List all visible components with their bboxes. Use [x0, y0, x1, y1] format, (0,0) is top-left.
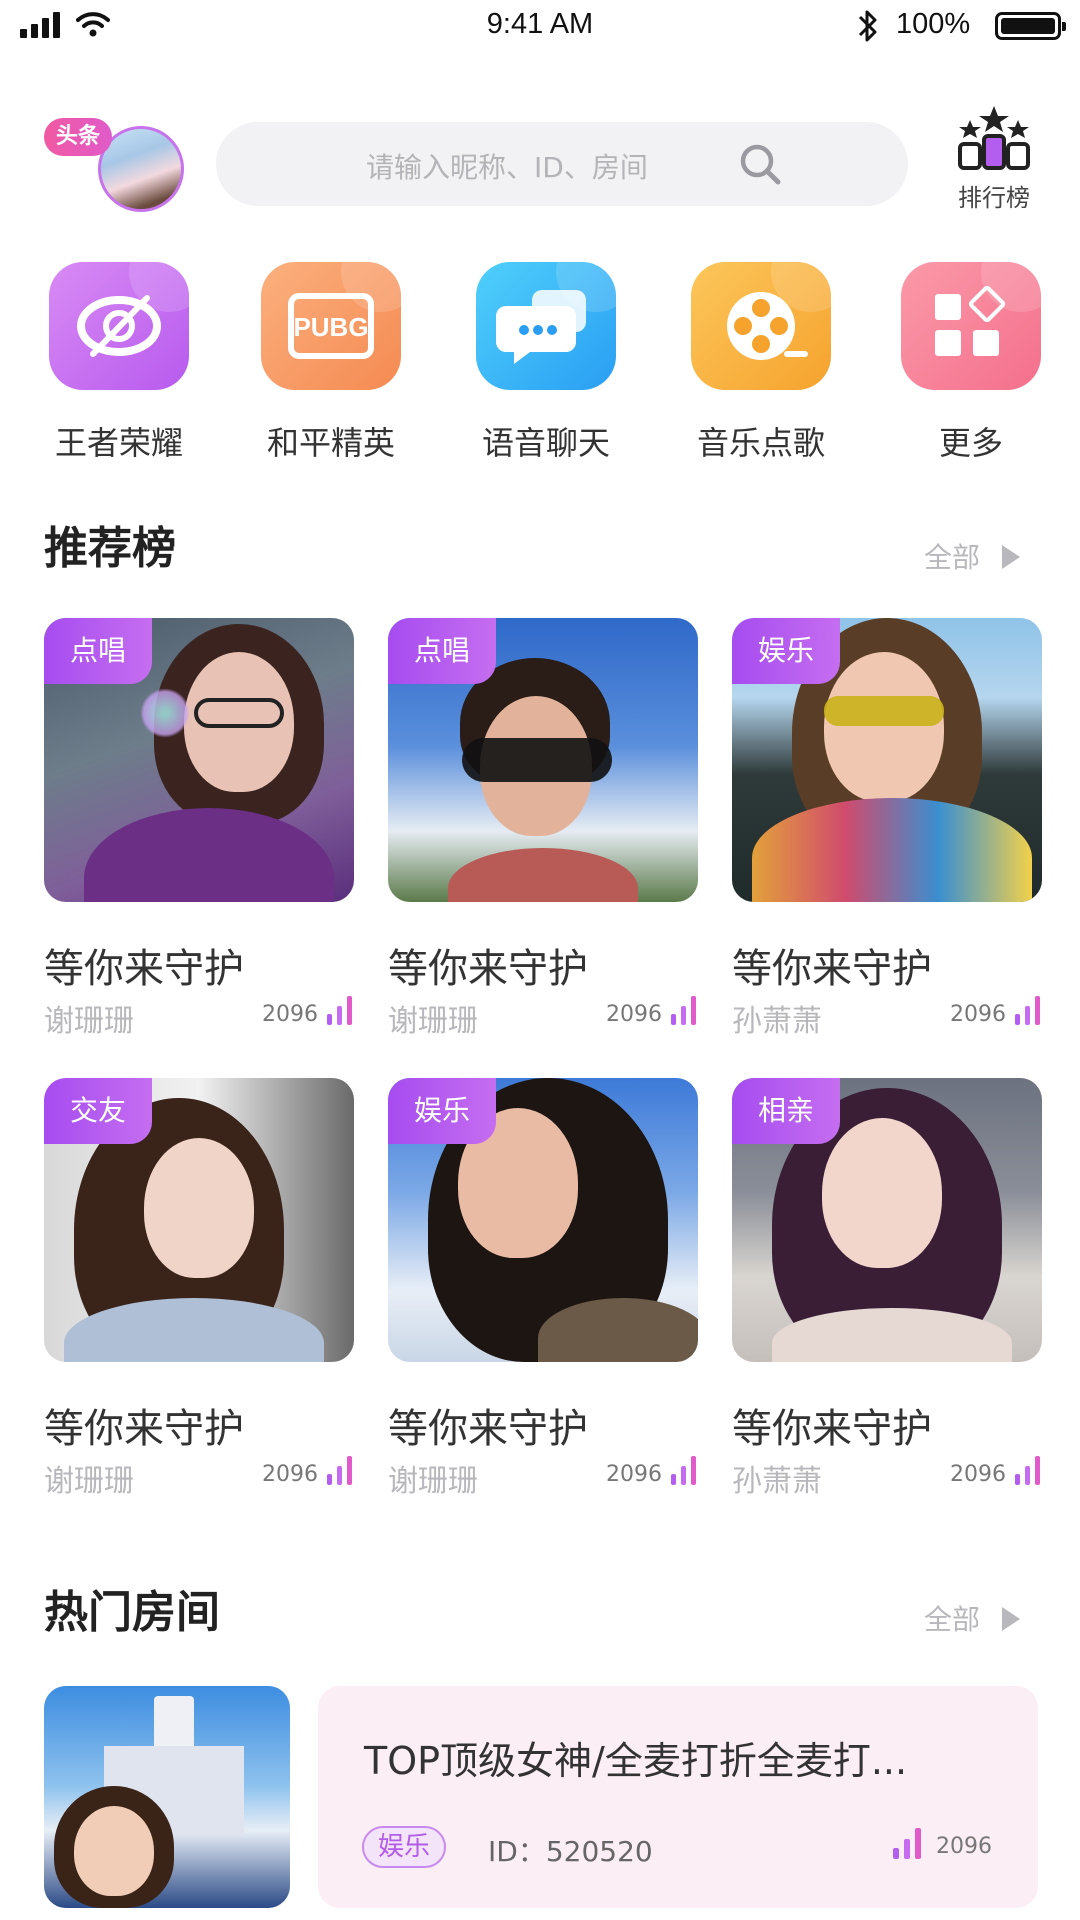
room-card[interactable]: 点唱 等你来守护 谢珊珊 2096 — [44, 618, 354, 1048]
category-heping[interactable]: PUBG 和平精英 — [246, 262, 416, 464]
host-name: 谢珊珊 — [388, 1464, 478, 1499]
room-tag: 点唱 — [44, 618, 153, 684]
film-reel-icon — [691, 262, 831, 390]
popularity-bars-icon — [671, 996, 696, 1025]
more-label: 全部 — [924, 1603, 981, 1636]
room-card[interactable]: 相亲 等你来守护 孙萧萧 2096 — [732, 1078, 1042, 1508]
svg-text:PUBG: PUBG — [293, 312, 368, 342]
room-tag: 交友 — [44, 1078, 153, 1144]
chat-bubbles-icon — [476, 262, 616, 390]
category-label: 王者荣耀 — [54, 424, 183, 462]
popularity-bars-icon — [1015, 1456, 1040, 1485]
arrow-right-icon — [1002, 1607, 1021, 1631]
host-name: 孙萧萧 — [732, 1004, 822, 1039]
host-name: 谢珊珊 — [44, 1004, 134, 1039]
popularity-bars-icon — [671, 1456, 696, 1485]
popularity-count: 2096 — [606, 1002, 662, 1027]
headline-badge: 头条 — [44, 118, 113, 156]
popularity-count: 2096 — [950, 1462, 1006, 1487]
room-card[interactable]: 娱乐 等你来守护 孙萧萧 2096 — [732, 618, 1042, 1048]
popularity-count: 2096 — [262, 1462, 318, 1487]
room-tag: 娱乐 — [388, 1078, 497, 1144]
room-cover-image: 娱乐 — [388, 1078, 698, 1362]
hot-room-card[interactable]: TOP顶级女神/全麦打折全麦打... 娱乐 ID：520520 2096 — [318, 1686, 1038, 1908]
hot-rooms-title: 热门房间 — [44, 1587, 220, 1638]
room-card[interactable]: 交友 等你来守护 谢珊珊 2096 — [44, 1078, 354, 1508]
popularity-count: 2096 — [262, 1002, 318, 1027]
room-tag: 娱乐 — [732, 618, 841, 684]
host-name: 谢珊珊 — [388, 1004, 478, 1039]
room-title: 等你来守护 — [44, 1406, 244, 1452]
category-label: 更多 — [938, 424, 1003, 462]
room-tag: 相亲 — [732, 1078, 841, 1144]
hot-room-tag: 娱乐 — [362, 1826, 447, 1868]
hot-rooms-more-link[interactable]: 全部 — [924, 1598, 1021, 1638]
room-title: 等你来守护 — [732, 1406, 932, 1452]
battery-icon — [995, 12, 1066, 40]
popularity-count: 2096 — [950, 1002, 1006, 1027]
hot-room-id: ID：520520 — [488, 1835, 653, 1868]
recommend-more-link[interactable]: 全部 — [924, 536, 1021, 576]
category-label: 音乐点歌 — [696, 424, 825, 462]
search-icon[interactable] — [736, 140, 784, 188]
bluetooth-icon — [858, 10, 877, 42]
hot-room-count: 2096 — [936, 1834, 992, 1859]
category-voice-chat[interactable]: 语音聊天 — [461, 262, 631, 464]
battery-percent: 100% — [896, 8, 971, 40]
room-card[interactable]: 点唱 等你来守护 谢珊珊 2096 — [388, 618, 698, 1048]
status-bar: 9:41 AM 100% — [0, 0, 1080, 54]
room-title: 等你来守护 — [732, 946, 932, 992]
room-cover-image: 点唱 — [388, 618, 698, 902]
room-cover-image: 相亲 — [732, 1078, 1042, 1362]
category-more[interactable]: 更多 — [886, 262, 1056, 464]
hot-room-title: TOP顶级女神/全麦打折全麦打... — [364, 1739, 908, 1783]
room-cover-image: 交友 — [44, 1078, 354, 1362]
popularity-bars-icon — [327, 996, 352, 1025]
popularity-bars-icon — [327, 1456, 352, 1485]
category-music[interactable]: 音乐点歌 — [676, 262, 846, 464]
room-tag: 点唱 — [388, 618, 497, 684]
room-title: 等你来守护 — [388, 946, 588, 992]
arrow-right-icon — [1002, 545, 1021, 569]
category-label: 和平精英 — [266, 424, 395, 462]
pubg-icon: PUBG — [261, 262, 401, 390]
host-name: 孙萧萧 — [732, 1464, 822, 1499]
more-label: 全部 — [924, 541, 981, 574]
category-label: 语音聊天 — [481, 424, 610, 462]
category-wangzhe[interactable]: 王者荣耀 — [34, 262, 204, 464]
category-row: 王者荣耀 PUBG 和平精英 语音聊天 音乐点歌 更多 — [0, 262, 1080, 462]
popularity-bars-icon — [893, 1828, 921, 1859]
leaderboard-icon — [958, 106, 1030, 170]
host-name: 谢珊珊 — [44, 1464, 134, 1499]
hot-room-cover-image[interactable] — [44, 1686, 290, 1908]
grid-more-icon — [901, 262, 1041, 390]
leaderboard-label: 排行榜 — [958, 184, 1030, 212]
room-title: 等你来守护 — [44, 946, 244, 992]
user-avatar-button[interactable]: 头条 — [40, 118, 190, 218]
popularity-count: 2096 — [606, 1462, 662, 1487]
search-placeholder: 请输入昵称、ID、房间 — [366, 151, 648, 184]
game-eye-icon — [49, 262, 189, 390]
room-title: 等你来守护 — [388, 1406, 588, 1452]
room-card[interactable]: 娱乐 等你来守护 谢珊珊 2096 — [388, 1078, 698, 1508]
recommend-title: 推荐榜 — [44, 523, 176, 574]
room-cover-image: 娱乐 — [732, 618, 1042, 902]
search-input[interactable]: 请输入昵称、ID、房间 — [216, 122, 908, 206]
popularity-bars-icon — [1015, 996, 1040, 1025]
leaderboard-button[interactable]: 排行榜 — [944, 104, 1044, 224]
room-cover-image: 点唱 — [44, 618, 354, 902]
